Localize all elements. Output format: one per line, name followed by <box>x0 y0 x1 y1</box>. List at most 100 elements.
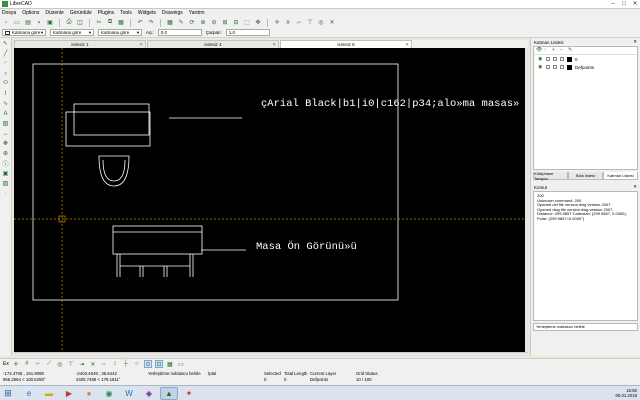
point-tool-icon[interactable]: · <box>1 189 11 198</box>
construction-toggle-icon[interactable] <box>560 57 564 61</box>
print-toggle-icon[interactable] <box>553 57 557 61</box>
print-icon[interactable]: ⎙ <box>65 19 73 27</box>
menu-options[interactable]: Options <box>22 10 39 16</box>
pen-color-select[interactable]: Katmana göre ▼ <box>2 29 46 36</box>
drawing-text-bottom[interactable]: Masa Ön Görünü»ü <box>256 240 357 253</box>
redo-icon[interactable]: ↷ <box>147 19 155 27</box>
word-icon[interactable]: W <box>120 387 138 400</box>
horizontal-scrollbar[interactable] <box>14 352 528 357</box>
add-layer-icon[interactable]: + <box>552 48 557 53</box>
vertical-scrollbar[interactable] <box>525 48 529 352</box>
menu-file[interactable]: Dosya <box>2 10 16 16</box>
windows-start-icon[interactable]: ⊞ <box>0 387 16 400</box>
close-icon[interactable]: ✕ <box>405 42 409 48</box>
block-tool-icon[interactable]: ▣ <box>1 169 11 178</box>
lock-icon[interactable] <box>546 57 550 61</box>
restrict-vertical-icon[interactable]: ↕ <box>111 360 119 368</box>
image-tool-icon[interactable]: ▨ <box>1 179 11 188</box>
restrict-orthogonal-icon[interactable]: ┼ <box>122 360 130 368</box>
print-toggle-icon[interactable] <box>553 65 557 69</box>
close-icon[interactable]: ✕ <box>633 39 637 45</box>
eye-icon[interactable]: ◉ <box>538 57 543 62</box>
system-clock[interactable]: 16:50 05.01.2018 <box>615 388 637 398</box>
menu-edit[interactable]: Düzenle <box>45 10 63 16</box>
maximize-button[interactable]: □ <box>619 0 629 8</box>
show-all-layers-icon[interactable]: 👁 <box>536 48 542 53</box>
snap-endpoint-icon[interactable]: ⌐ <box>34 360 42 368</box>
chrome-icon[interactable]: ◉ <box>100 387 118 400</box>
zoom-out-icon[interactable]: ⊖ <box>210 19 218 27</box>
close-icon[interactable]: ✕ <box>272 42 276 48</box>
menu-tools[interactable]: Tools <box>120 10 132 16</box>
snap-endpoint-icon[interactable]: ⌐ <box>295 19 303 27</box>
open-file-icon[interactable]: ▤ <box>24 19 32 27</box>
librecad-icon[interactable]: ▲ <box>160 386 178 400</box>
media-player-icon[interactable]: ▶ <box>60 387 78 400</box>
zoom-auto-icon[interactable]: ⊞ <box>221 19 229 27</box>
pen-width-select[interactable]: Katmana göre ▼ <box>50 29 94 36</box>
snap-middle-icon[interactable]: ⊤ <box>67 360 75 368</box>
relative-zero-icon[interactable]: ⊙ <box>143 360 152 368</box>
snap-free-icon[interactable]: ✛ <box>273 19 281 27</box>
zoom-window-icon[interactable]: ⬚ <box>243 19 251 27</box>
zoom-pan-icon[interactable]: ✥ <box>254 19 262 27</box>
drawing-text-top[interactable]: çArial Black|b1|i0|c162|p34;alo»ma masas… <box>261 98 519 110</box>
save-icon[interactable]: ▪ <box>35 19 43 27</box>
snap-intersection-icon[interactable]: ✕ <box>328 19 336 27</box>
close-button[interactable]: ✕ <box>630 0 640 8</box>
select-arrow-icon[interactable]: ↖ <box>1 39 11 48</box>
scale-input[interactable]: 1.0 <box>225 29 270 36</box>
redraw-icon[interactable]: ⟳ <box>188 19 196 27</box>
snap-intersection-icon[interactable]: ✕ <box>89 360 97 368</box>
arc-tool-icon[interactable]: ◜ <box>1 59 11 68</box>
dimension-tool-icon[interactable]: ↔ <box>1 129 11 138</box>
save-as-icon[interactable]: ▣ <box>46 19 54 27</box>
file-explorer-icon[interactable]: ▬ <box>40 387 58 400</box>
snap-free-icon[interactable]: ✛ <box>12 360 20 368</box>
app-icon[interactable]: ◆ <box>140 387 158 400</box>
drawing-canvas[interactable]: çArial Black|b1|i0|c162|p34;alo»ma masas… <box>14 48 528 352</box>
ellipse-tool-icon[interactable]: ⬭ <box>1 79 11 88</box>
tab-block-list[interactable]: Blok listesi <box>568 172 603 180</box>
print-preview-icon[interactable]: ◫ <box>76 19 84 27</box>
spline-tool-icon[interactable]: ∿ <box>1 99 11 108</box>
tab-isimsiz-4[interactable]: isimsiz 4 ✕ <box>147 40 279 48</box>
close-icon[interactable]: ✕ <box>139 42 143 48</box>
draft-view-icon[interactable]: ▭ <box>177 360 185 368</box>
grid-toggle-icon[interactable]: ▦ <box>166 19 174 27</box>
modify-tool-icon[interactable]: ✥ <box>1 139 11 148</box>
menu-drawings[interactable]: Drawings <box>162 10 183 16</box>
tab-layer-list[interactable]: Katman Listesi <box>603 172 638 180</box>
firefox-icon[interactable]: ● <box>80 387 98 400</box>
tab-library-browser[interactable]: Kütüphane Tarayıcı <box>533 171 568 181</box>
tab-isimsiz-1[interactable]: isimsiz 1 ✕ <box>14 40 146 48</box>
copy-icon[interactable]: ⧉ <box>106 19 114 27</box>
layer-row-defpoints[interactable]: ◉ Defpoints <box>534 63 637 71</box>
snap-distance-icon[interactable]: ⇥ <box>78 360 86 368</box>
internet-explorer-icon[interactable]: e <box>20 387 38 400</box>
snap-center-icon[interactable]: ◎ <box>56 360 64 368</box>
snap-on-entity-icon[interactable]: ⟋ <box>45 360 53 368</box>
close-icon[interactable]: ✕ <box>633 184 637 190</box>
pdf-reader-icon[interactable]: ✦ <box>180 387 198 400</box>
snap-tool-icon[interactable]: ⊕ <box>1 149 11 158</box>
polyline-tool-icon[interactable]: ⌇ <box>1 89 11 98</box>
draft-mode-icon[interactable]: ✎ <box>177 19 185 27</box>
tab-isimsiz-5[interactable]: isimsiz 5 ✕ <box>280 40 412 48</box>
restrict-horizontal-icon[interactable]: ↔ <box>100 360 108 368</box>
menu-help[interactable]: Yardım <box>189 10 205 16</box>
new-file-icon[interactable]: ▫ <box>2 19 10 27</box>
new-template-icon[interactable]: ▭ <box>13 19 21 27</box>
hatch-tool-icon[interactable]: ▧ <box>1 119 11 128</box>
zoom-previous-icon[interactable]: ⊟ <box>232 19 240 27</box>
minimize-button[interactable]: – <box>608 0 618 8</box>
lock-icon[interactable] <box>546 65 550 69</box>
remove-layer-icon[interactable]: − <box>560 48 565 53</box>
menu-view[interactable]: Görüntüle <box>70 10 92 16</box>
line-tool-icon[interactable]: ╱ <box>1 49 11 58</box>
lock-relative-zero-icon[interactable]: ⊡ <box>154 360 163 368</box>
eye-icon[interactable]: ◉ <box>538 65 543 70</box>
undo-icon[interactable]: ↶ <box>136 19 144 27</box>
info-tool-icon[interactable]: ⓘ <box>1 159 11 168</box>
restrict-nothing-icon[interactable]: ○ <box>133 360 141 368</box>
